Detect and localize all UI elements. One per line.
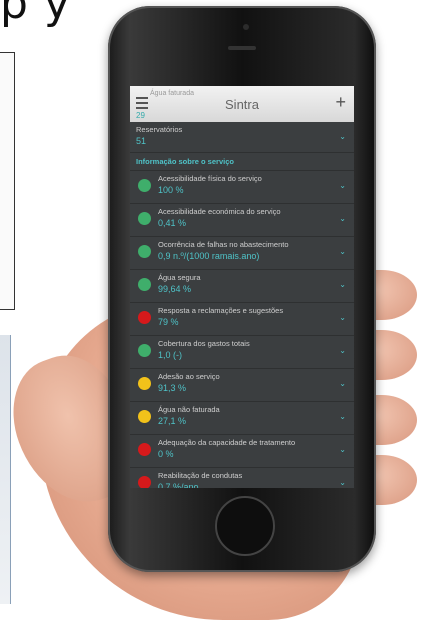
indicator-row[interactable]: Cobertura dos gastos totais 1,0 (-) ⌄ [130, 336, 354, 369]
status-dot-icon [138, 278, 151, 291]
indicator-row[interactable]: Resposta a reclamações e sugestões 79 % ⌄ [130, 303, 354, 336]
indicator-value: 0,9 n.º/(1000 ramais.ano) [158, 251, 260, 261]
status-dot-icon [138, 212, 151, 225]
indicator-label: Água não faturada [158, 405, 220, 414]
status-dot-icon [138, 245, 151, 258]
plus-icon[interactable]: + [335, 92, 346, 113]
app-header: Água faturada 29 Sintra + [130, 86, 354, 122]
chevron-down-icon[interactable]: ⌄ [339, 346, 346, 355]
status-dot-icon [138, 443, 151, 456]
indicator-label: Reabilitação de condutas [158, 471, 243, 480]
indicator-row[interactable]: Água segura 99,64 % ⌄ [130, 270, 354, 303]
indicator-label: Acessibilidade económica do serviço [158, 207, 281, 216]
background-partial-text: p y [0, 0, 71, 29]
indicator-value: 0,41 % [158, 218, 187, 228]
indicator-value: 99,64 % [158, 284, 192, 294]
indicator-label: Resposta a reclamações e sugestões [158, 306, 284, 315]
item-value: 51 [136, 136, 147, 146]
background-document [0, 52, 15, 310]
indicator-label: Cobertura dos gastos totais [158, 339, 250, 348]
indicator-value: 79 % [158, 317, 179, 327]
chevron-down-icon[interactable]: ⌄ [339, 181, 346, 190]
chevron-down-icon[interactable]: ⌄ [339, 478, 346, 487]
header-value: 29 [136, 111, 145, 120]
status-dot-icon [138, 179, 151, 192]
home-button[interactable] [215, 496, 275, 556]
indicator-row[interactable]: Adequação da capacidade de tratamento 0 %… [130, 435, 354, 468]
indicator-row[interactable]: Reabilitação de condutas 0,7 %/ano ⌄ [130, 468, 354, 488]
page-title: Sintra [225, 97, 259, 112]
status-dot-icon [138, 311, 151, 324]
list-item-reservoirs[interactable]: Reservatórios 51 ⌄ [130, 122, 354, 153]
indicator-value: 0,7 %/ano [158, 482, 199, 488]
status-dot-icon [138, 344, 151, 357]
background-window [0, 335, 11, 604]
status-dot-icon [138, 377, 151, 390]
section-title: Informação sobre o serviço [130, 153, 354, 171]
chevron-down-icon[interactable]: ⌄ [339, 132, 346, 141]
chevron-down-icon[interactable]: ⌄ [339, 379, 346, 388]
indicator-value: 1,0 (-) [158, 350, 183, 360]
chevron-down-icon[interactable]: ⌄ [339, 445, 346, 454]
app-screen: Água faturada 29 Sintra + Reservatórios … [130, 86, 354, 488]
phone-device: Água faturada 29 Sintra + Reservatórios … [108, 6, 376, 572]
camera-icon [243, 24, 249, 30]
chevron-down-icon[interactable]: ⌄ [339, 412, 346, 421]
indicator-label: Acessibilidade física do serviço [158, 174, 262, 183]
indicator-row[interactable]: Acessibilidade física do serviço 100 % ⌄ [130, 171, 354, 204]
indicator-row[interactable]: Água não faturada 27,1 % ⌄ [130, 402, 354, 435]
chevron-down-icon[interactable]: ⌄ [339, 280, 346, 289]
indicator-value: 91,3 % [158, 383, 187, 393]
indicator-list: Acessibilidade física do serviço 100 % ⌄ Ac… [130, 171, 354, 488]
indicator-label: Adesão ao serviço [158, 372, 220, 381]
indicator-row[interactable]: Acessibilidade económica do serviço 0,41 … [130, 204, 354, 237]
chevron-down-icon[interactable]: ⌄ [339, 214, 346, 223]
chevron-down-icon[interactable]: ⌄ [339, 247, 346, 256]
status-dot-icon [138, 410, 151, 423]
indicator-label: Ocorrência de falhas no abastecimento [158, 240, 289, 249]
indicator-row[interactable]: Adesão ao serviço 91,3 % ⌄ [130, 369, 354, 402]
indicator-label: Adequação da capacidade de tratamento [158, 438, 296, 447]
indicator-value: 27,1 % [158, 416, 187, 426]
status-dot-icon [138, 476, 151, 488]
header-subtitle: Água faturada [150, 90, 194, 97]
indicator-row[interactable]: Ocorrência de falhas no abastecimento 0,9… [130, 237, 354, 270]
speaker-grille [228, 46, 256, 50]
chevron-down-icon[interactable]: ⌄ [339, 313, 346, 322]
indicator-label: Água segura [158, 273, 201, 282]
indicator-value: 0 % [158, 449, 174, 459]
indicator-value: 100 % [158, 185, 184, 195]
item-label: Reservatórios [136, 125, 183, 134]
